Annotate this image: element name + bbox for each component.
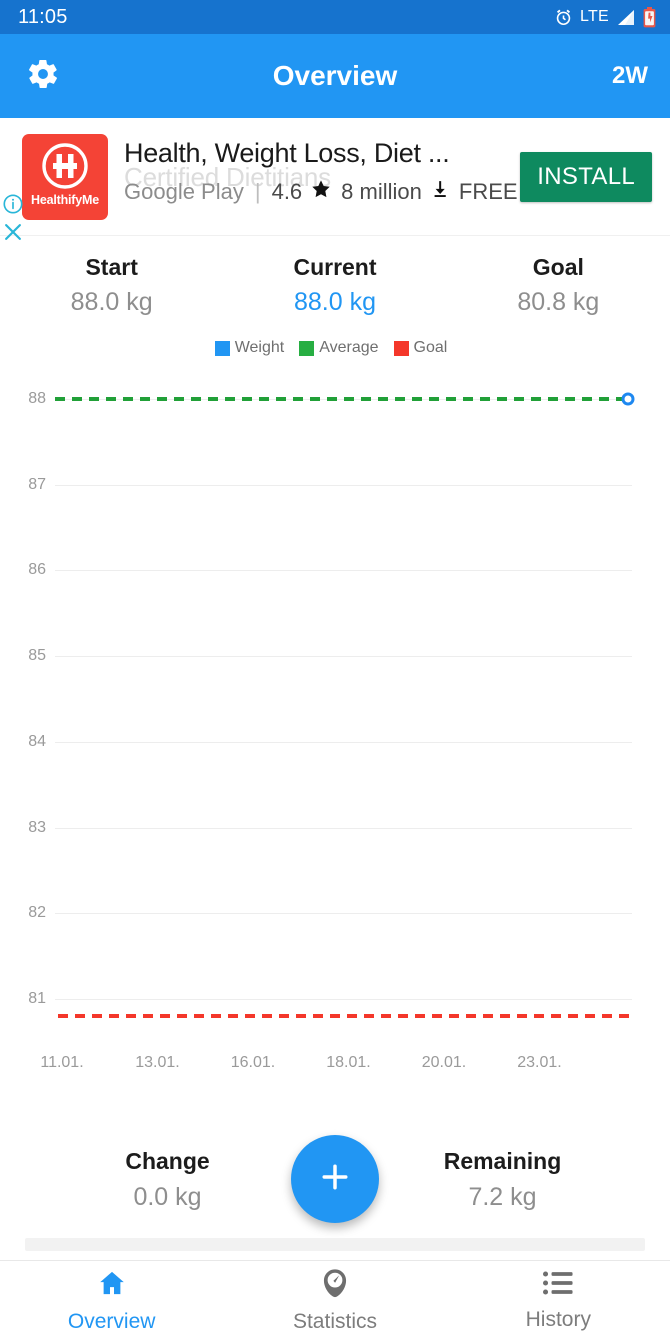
x-axis-tick-label: 18.01.	[326, 1054, 371, 1071]
summary-stats-row: Start 88.0 kg Current 88.0 kg Goal 80.8 …	[0, 236, 670, 321]
scale-icon	[321, 1268, 349, 1303]
star-icon	[310, 178, 332, 206]
stat-goal-value: 80.8 kg	[517, 288, 600, 316]
stat-change-value: 0.0 kg	[133, 1183, 202, 1211]
ad-banner[interactable]: HealthifyMe Health, Weight Loss, Diet ..…	[0, 118, 670, 240]
average-line	[55, 397, 628, 401]
stat-current-value: 88.0 kg	[293, 288, 376, 316]
stat-goal: Goal 80.8 kg	[447, 254, 670, 317]
stat-goal-label: Goal	[532, 254, 584, 280]
y-axis-tick-label: 81	[28, 990, 46, 1007]
bottom-navigation: Overview Statistics History	[0, 1260, 670, 1340]
legend-item: Weight	[214, 339, 293, 357]
scroll-track[interactable]	[25, 1238, 645, 1251]
weight-chart: 88 87 86 85 84 83 82 81 11.01. 13.01. 16.01. 18.01.…	[0, 379, 670, 1079]
y-axis-tick-label: 86	[28, 561, 46, 579]
ad-app-name: HealthifyMe	[31, 192, 99, 207]
legend-label: Weight	[234, 339, 285, 356]
chart-gridline	[55, 570, 632, 572]
nav-label-history: History	[525, 1307, 591, 1331]
chart-gridline	[55, 484, 632, 486]
stat-remaining-value: 7.2 kg	[468, 1183, 537, 1211]
chart-gridline	[55, 913, 632, 915]
x-axis-tick-label: 20.01.	[421, 1054, 467, 1071]
legend-label: Goal	[413, 339, 448, 356]
legend-swatch-goal	[393, 340, 409, 356]
healthifyme-logo-icon	[40, 141, 90, 191]
ad-install-count: 8 million	[341, 178, 422, 204]
legend-swatch-weight	[214, 340, 230, 356]
stat-start: Start 88.0 kg	[0, 254, 223, 317]
nav-item-overview[interactable]: Overview	[0, 1268, 223, 1334]
time-range-button[interactable]: 2W	[612, 62, 648, 90]
install-button[interactable]: INSTALL	[520, 151, 652, 202]
close-icon[interactable]	[2, 221, 24, 248]
ad-store-label: Google Play	[124, 178, 244, 204]
stat-start-label: Start	[85, 254, 138, 280]
status-time: 11:05	[18, 5, 68, 28]
legend-item: Goal	[393, 339, 456, 357]
y-axis-tick-label: 82	[28, 904, 46, 922]
status-icons: LTE	[554, 6, 656, 28]
settings-button[interactable]	[22, 55, 64, 97]
ad-text-block: Health, Weight Loss, Diet ... Certified …	[124, 134, 518, 220]
x-axis-tick-label: 16.01.	[230, 1054, 276, 1071]
page-title: Overview	[272, 60, 398, 91]
add-entry-fab[interactable]	[291, 1135, 379, 1223]
weight-data-point[interactable]	[621, 392, 635, 406]
plus-icon	[316, 1158, 354, 1201]
stat-remaining-label: Remaining	[443, 1148, 562, 1174]
ad-price-label: FREE	[458, 178, 518, 204]
stat-current: Current 88.0 kg	[223, 254, 446, 317]
alarm-icon	[554, 8, 573, 27]
stat-current-label: Current	[293, 254, 377, 280]
status-bar: 11:05 LTE	[0, 0, 670, 34]
nav-item-statistics[interactable]: Statistics	[223, 1268, 446, 1334]
goal-line	[58, 1014, 630, 1019]
ad-meta-row: Google Play | 4.6 8 million FREE	[124, 178, 518, 206]
chart-gridline	[55, 999, 632, 1000]
ad-separator: |	[254, 178, 261, 204]
network-type-label: LTE	[579, 8, 609, 25]
nav-label-statistics: Statistics	[292, 1309, 377, 1333]
y-axis-tick-label: 87	[28, 475, 46, 493]
stat-start-value: 88.0 kg	[70, 288, 153, 316]
y-axis-tick-label: 84	[28, 732, 46, 750]
x-axis-tick-label: 23.01.	[517, 1054, 562, 1071]
stat-change-label: Change	[125, 1148, 210, 1174]
chart-gridline	[55, 827, 632, 829]
chart-gridline	[55, 741, 632, 743]
list-icon	[543, 1270, 573, 1301]
legend-item: Average	[299, 339, 386, 357]
chart-legend: Weight Average Goal	[0, 339, 670, 357]
info-icon[interactable]	[2, 193, 24, 220]
x-axis-tick-label: 11.01.	[40, 1054, 84, 1071]
stat-change: Change 0.0 kg	[0, 1140, 335, 1212]
ad-rating-value: 4.6	[271, 178, 303, 204]
battery-charging-icon	[643, 6, 656, 28]
legend-label: Average	[319, 339, 379, 356]
app-bar: Overview 2W	[0, 34, 670, 118]
gear-icon	[26, 57, 60, 96]
nav-label-overview: Overview	[67, 1309, 156, 1333]
legend-swatch-average	[299, 340, 315, 356]
home-icon	[97, 1268, 127, 1303]
download-icon	[430, 178, 450, 206]
x-axis-tick-label: 13.01.	[135, 1054, 180, 1071]
y-axis-tick-label: 85	[28, 647, 46, 665]
chart-plot-area: 88 87 86 85 84 83 82 81 11.01. 13.01. 16.01. 18.01.…	[0, 379, 670, 1079]
chart-gridline	[55, 656, 632, 658]
signal-icon	[616, 9, 636, 26]
nav-item-history[interactable]: History	[447, 1270, 670, 1332]
y-axis-tick-label: 83	[28, 818, 46, 836]
ad-app-icon: HealthifyMe	[22, 133, 108, 220]
stat-remaining: Remaining 7.2 kg	[335, 1140, 670, 1212]
y-axis-tick-label: 88	[28, 390, 46, 407]
